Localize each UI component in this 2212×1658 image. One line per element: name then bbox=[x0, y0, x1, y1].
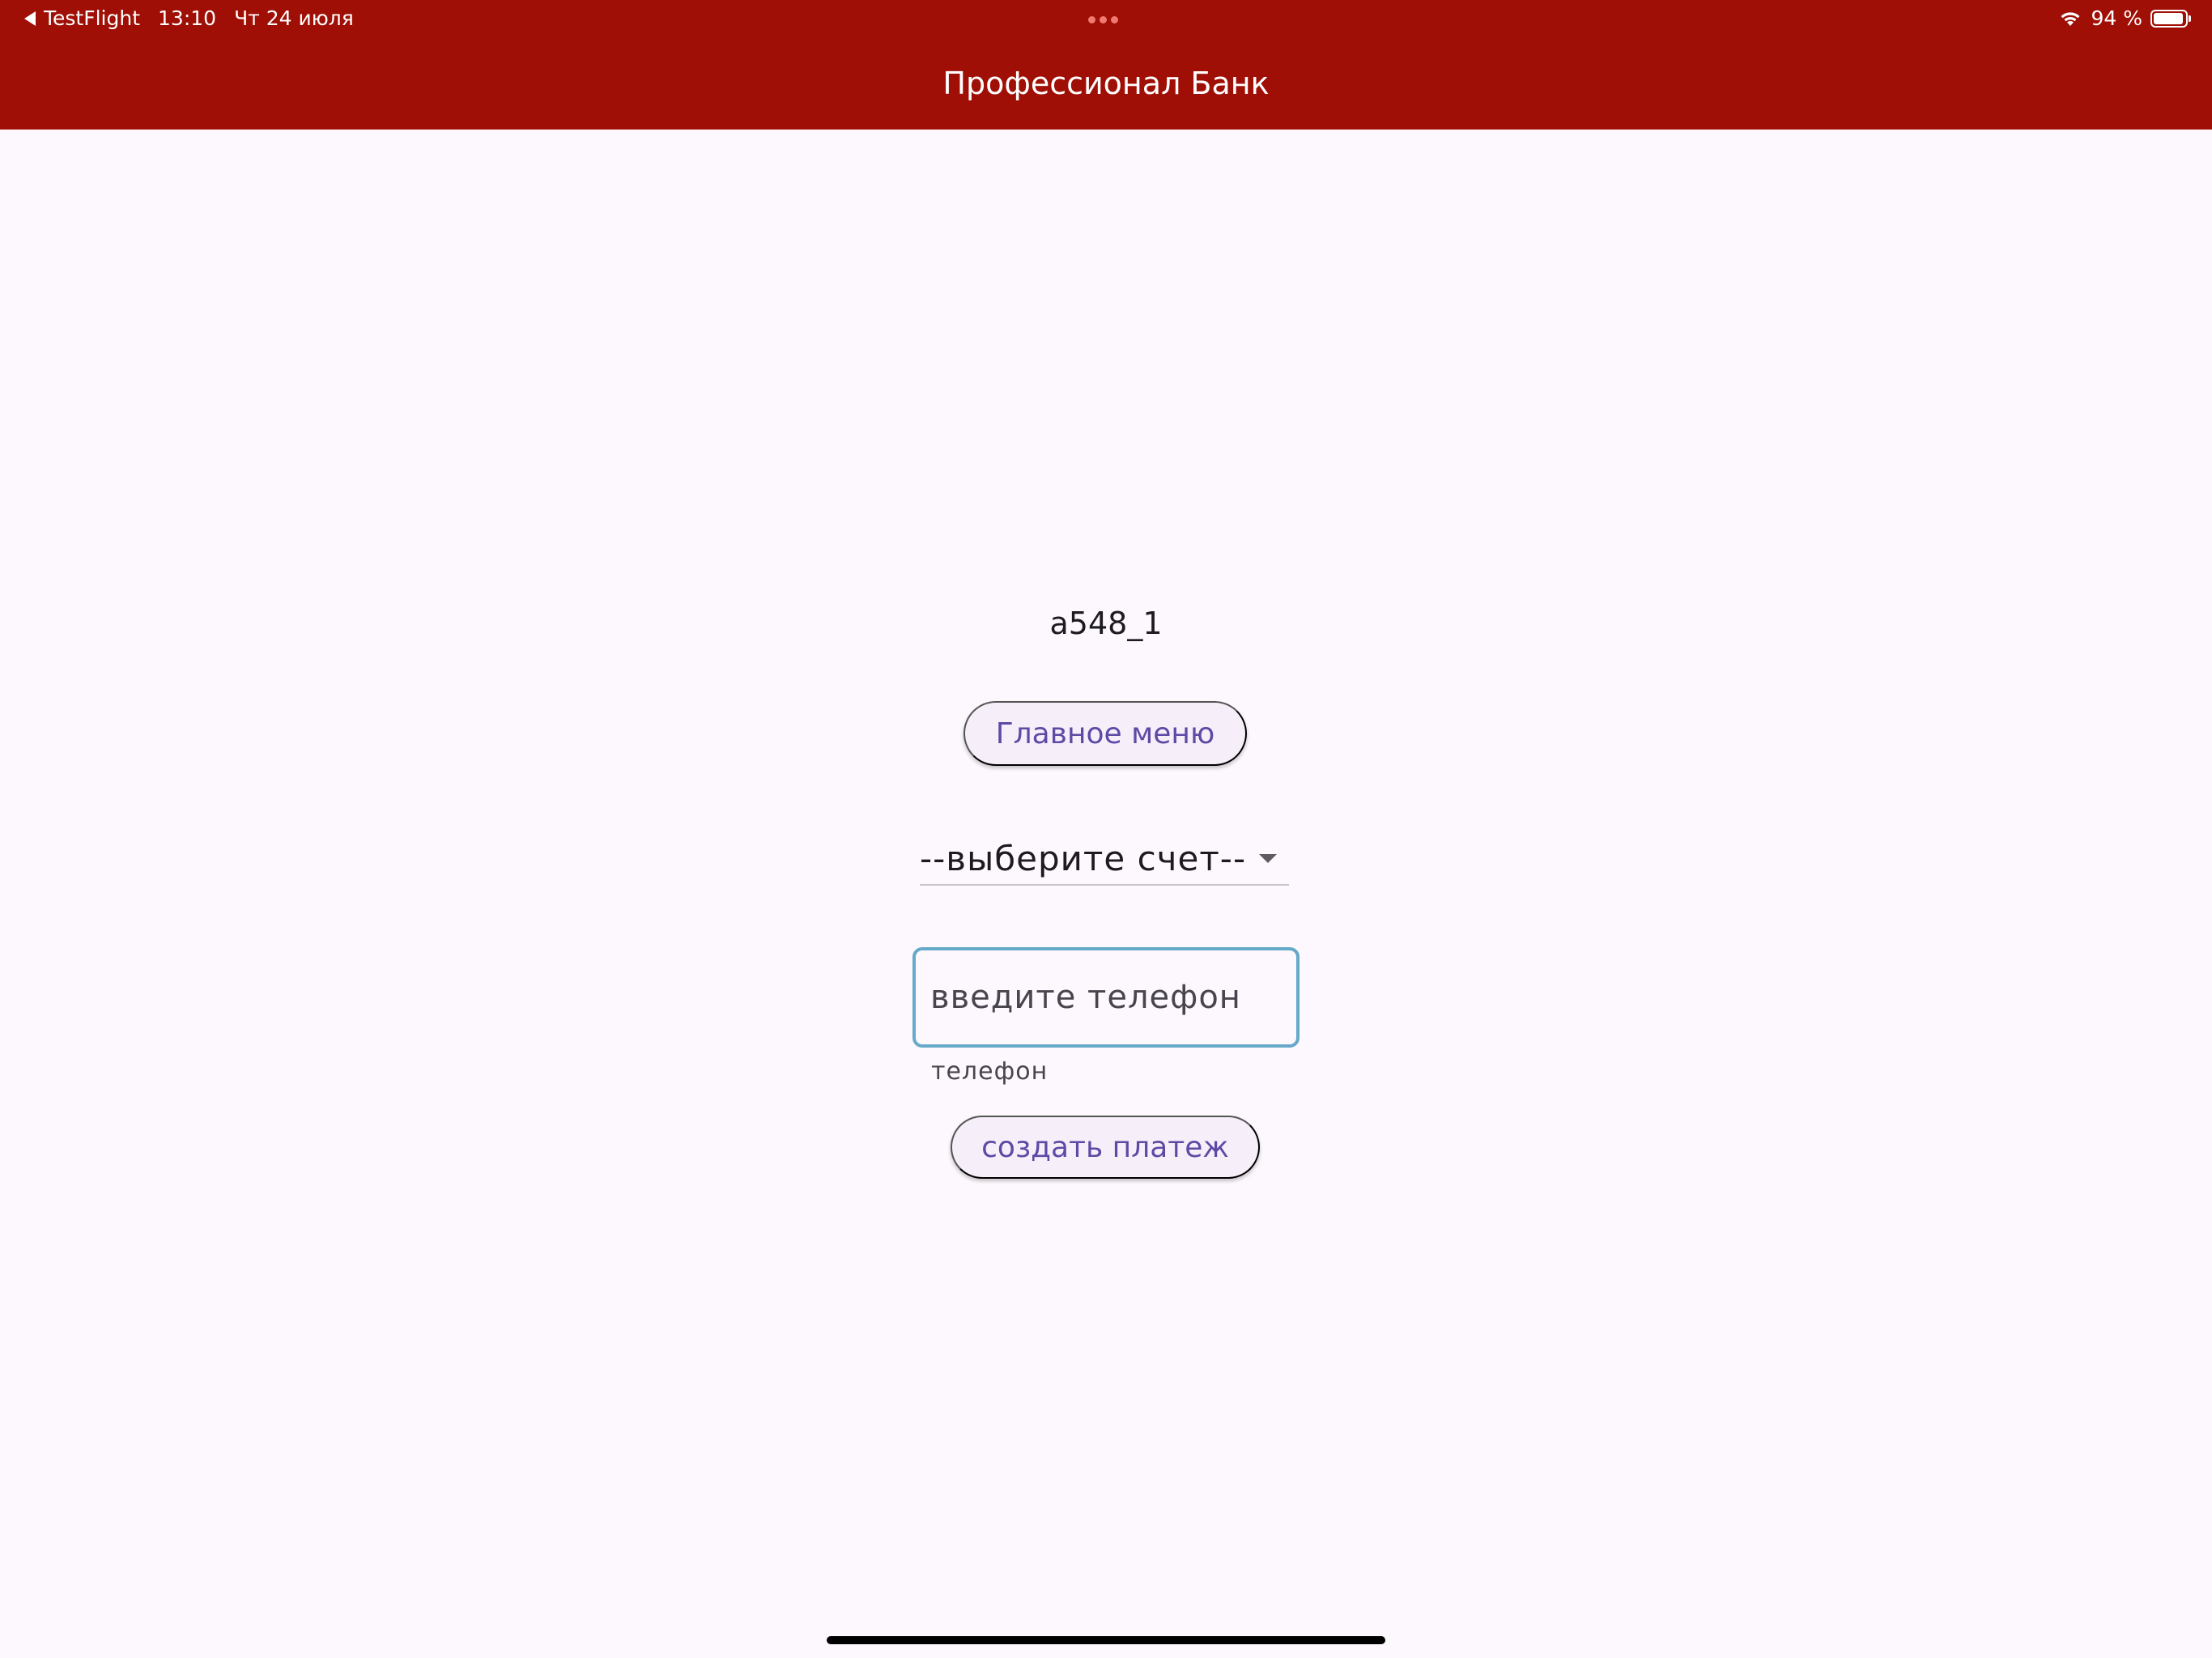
battery-icon bbox=[2150, 9, 2191, 28]
account-name-label: a548_1 bbox=[1049, 606, 1163, 641]
back-app-label[interactable]: TestFlight bbox=[44, 6, 140, 30]
wifi-icon bbox=[2061, 11, 2080, 26]
app-title: Профессионал Банк bbox=[942, 66, 1270, 101]
battery-percent: 94 % bbox=[2091, 6, 2142, 30]
dropdown-arrow-icon[interactable] bbox=[1259, 853, 1278, 863]
phone-helper-text: телефон bbox=[931, 1057, 1049, 1086]
multitasking-dots-icon[interactable] bbox=[1088, 16, 1118, 23]
status-right: 94 % bbox=[2058, 6, 2191, 30]
battery-fill bbox=[2154, 12, 2183, 24]
app-bar: TestFlight 13:10 Чт 24 июля 94 % Професс… bbox=[0, 0, 2212, 130]
status-left[interactable]: TestFlight 13:10 Чт 24 июля bbox=[24, 6, 354, 30]
status-time: 13:10 bbox=[158, 6, 217, 30]
home-indicator[interactable] bbox=[827, 1636, 1385, 1644]
status-date: Чт 24 июля bbox=[234, 6, 354, 30]
account-dropdown-value[interactable]: --выберите счет-- bbox=[920, 839, 1246, 878]
back-arrow-icon[interactable] bbox=[24, 11, 36, 26]
main-menu-button[interactable]: Главное меню bbox=[963, 701, 1247, 766]
phone-input[interactable] bbox=[912, 947, 1300, 1048]
status-bar: TestFlight 13:10 Чт 24 июля 94 % bbox=[0, 0, 2212, 39]
create-payment-button[interactable]: создать платеж bbox=[951, 1116, 1260, 1179]
account-dropdown[interactable]: --выберите счет-- bbox=[920, 832, 1289, 886]
